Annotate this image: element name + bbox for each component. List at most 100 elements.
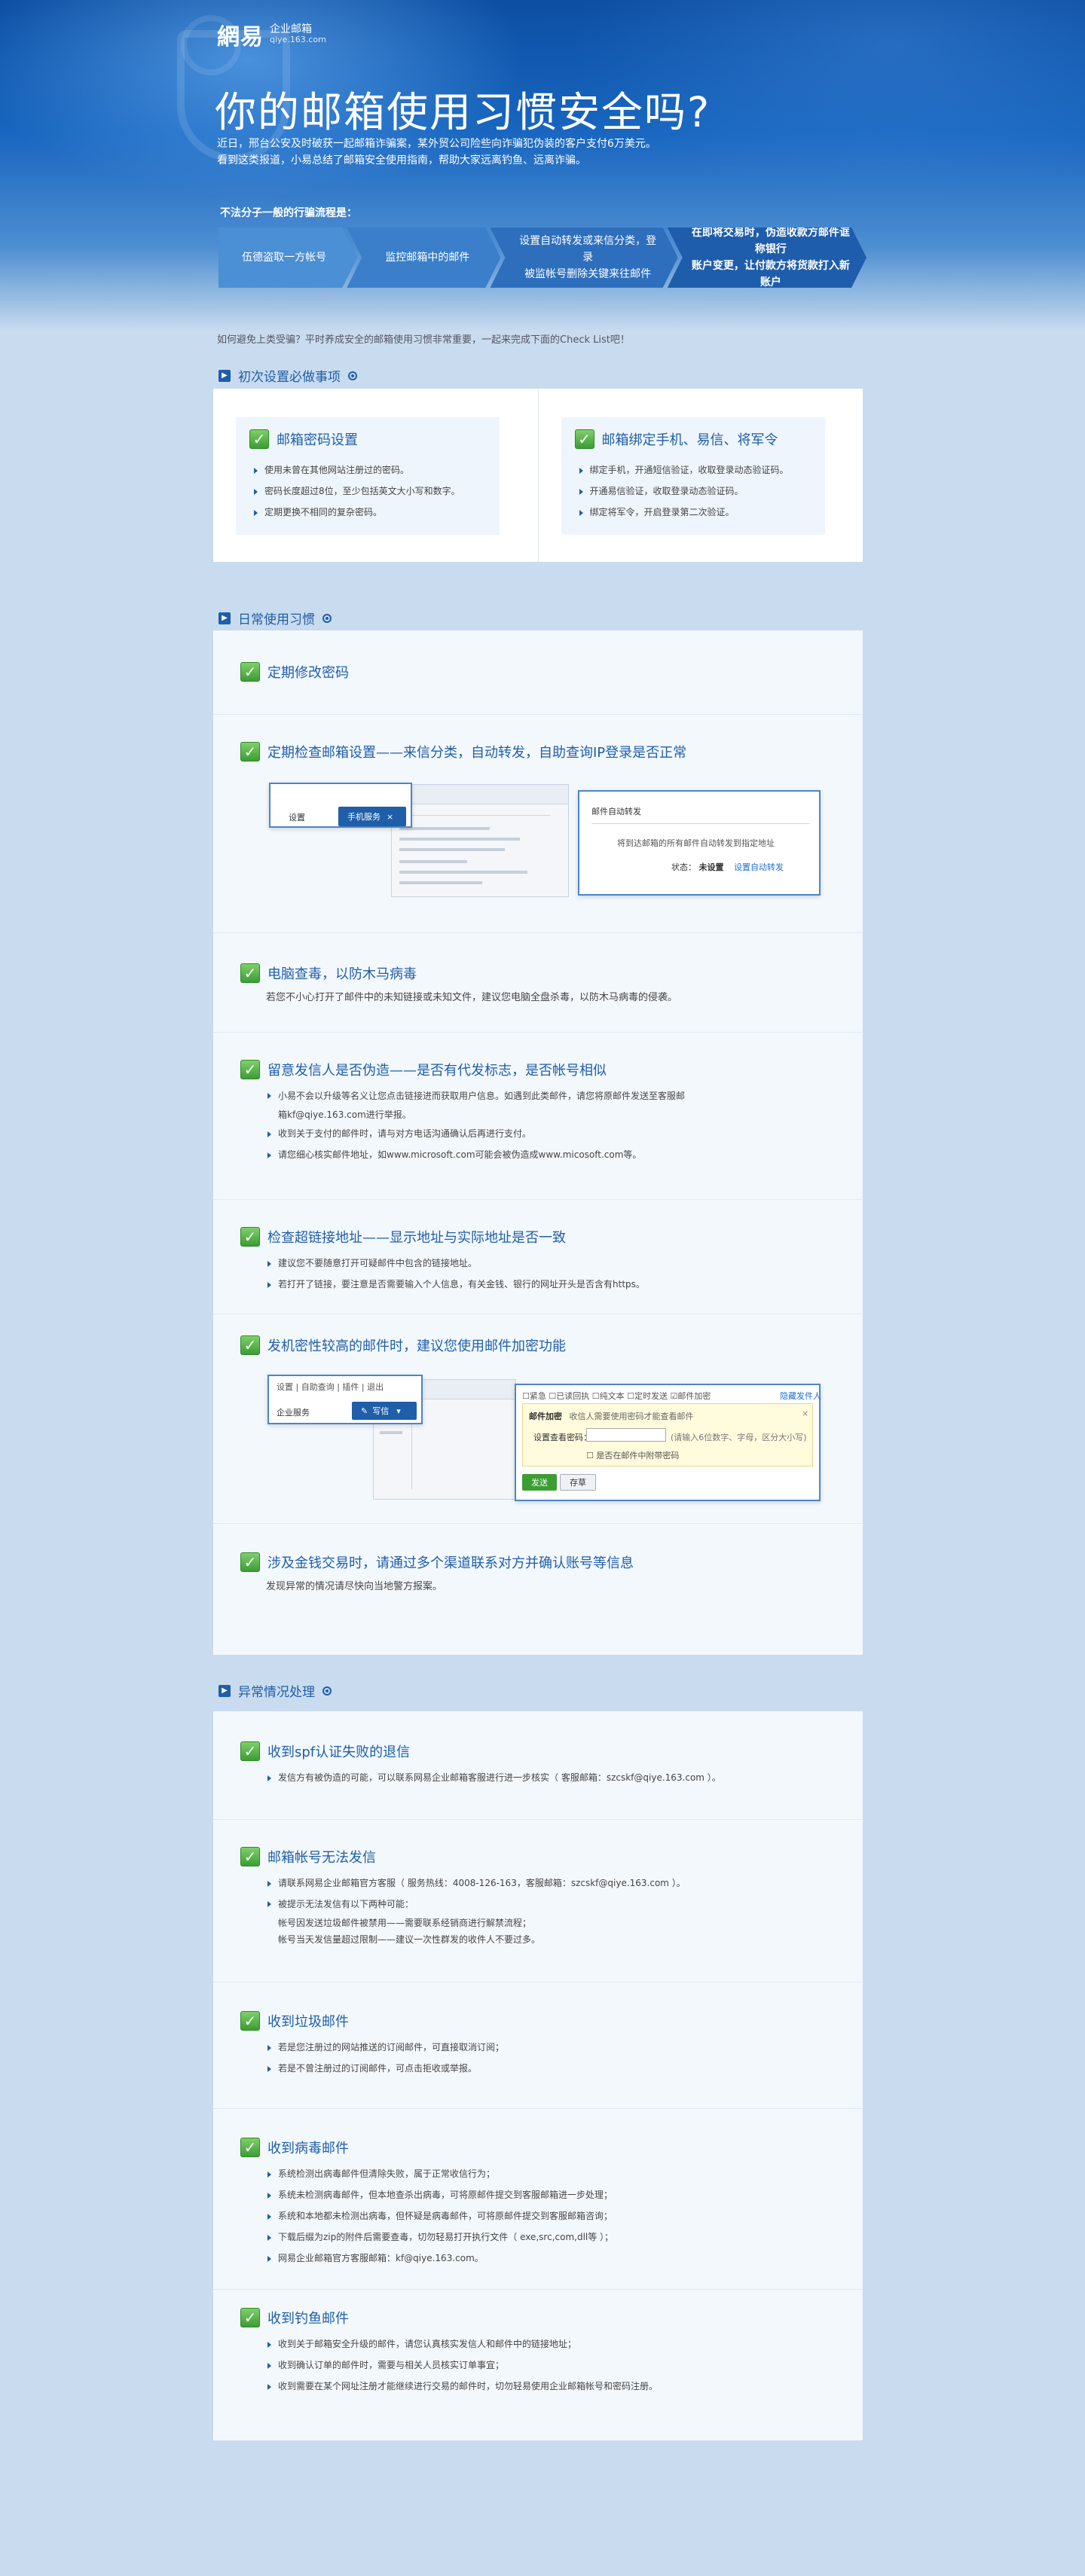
logo-domain: qiye.163.com [270,35,326,44]
menu-exit[interactable]: 退出 [367,1382,384,1392]
encrypt-desc: 收信人需要使用密码才能查看邮件 [569,1412,694,1421]
fraud-step: 监控邮箱中的邮件 [347,227,500,288]
daily-row: ✓ 电脑查毒，以防木马病毒 若您不小心打开了邮件中的未知链接或未知文件，建议您电… [213,933,863,1033]
list-item: 系统和本地都未检测出病毒，但怀疑是病毒邮件，可将原邮件提交到客服邮箱咨询； [267,2205,821,2227]
setup-password-box: ✓ 邮箱密码设置 使用未曾在其他网站注册过的密码。 密码长度超过8位，至少包括英… [236,417,500,535]
checkmark-icon: ✓ [240,963,260,983]
screenshot-line [399,815,550,816]
title-text: 发机密性较高的邮件时，建议您使用邮件加密功能 [267,1338,566,1354]
list-item: 使用未曾在其他网站注册过的密码。 [254,459,486,481]
list-item: 帐号因发送垃圾邮件被禁用——需要联系经销商进行解禁流程； [278,1918,532,1928]
list-item: 小易不会以升级等名义让您点击链接进而获取用户信息。如遇到此类邮件，请您将原邮件发… [267,1085,821,1106]
title-text: 收到spf认证失败的退信 [267,1744,411,1760]
menu-row: 设置 | 自助查询 | 插件 | 退出 [277,1382,384,1392]
save-draft-button[interactable]: 存草 [560,1474,596,1491]
netease-logo[interactable]: 網易 企业邮箱 qiye.163.com [217,18,326,51]
status-label: 状态： [671,862,696,872]
daily-row-title: ✓ 涉及金钱交易时，请通过多个渠道联系对方并确认账号等信息 [240,1552,634,1572]
tab-settings[interactable]: 设置 [289,811,305,823]
list-item: 下载后缀为zip的附件后需要查毒，切勿轻易打开执行文件（ exe,src,com… [267,2227,821,2248]
abnormal-row: ✓ 收到病毒邮件 系统检测出病毒邮件但清除失败，属于正常收信行为； 系统未检测病… [213,2109,863,2290]
title-text: 邮箱密码设置 [277,432,358,448]
flag-icon: ▶ [219,369,231,382]
daily-panel: ✓ 定期修改密码 ✓ 定期检查邮箱设置——来信分类，自动转发，自助查询IP登录是… [213,630,863,1655]
list-item: 收到确认订单的邮件时，需要与相关人员核实订单事宜； [267,2355,821,2376]
checkmark-icon: ✓ [240,1552,260,1572]
hero-desc-line: 近日，邢台公安及时破获一起邮箱诈骗案，某外贸公司险些向诈骗犯伪装的客户支付6万美… [217,138,656,150]
abnormal-panel: ✓ 收到spf认证失败的退信 发信方有被伪造的可能，可以联系网易企业邮箱客服进行… [213,1711,863,2440]
encrypt-password-input[interactable] [586,1428,666,1442]
abnormal-row-title: ✓ 收到spf认证失败的退信 [240,1741,410,1761]
list-item: 发信方有被伪造的可能，可以联系网易企业邮箱客服进行进一步核实（ 客服邮箱：szc… [267,1767,821,1788]
fraud-step: 在即将交易时，伪造收款方邮件诓称银行 账户变更，让付款方将货款打入新账户 [668,227,866,288]
abnormal-row-title: ✓ 收到钓鱼邮件 [240,2308,349,2327]
close-icon[interactable]: × [802,1409,808,1418]
option-label: 纯文本 [599,1391,625,1401]
menu-plugin[interactable]: 插件 [342,1382,359,1392]
abnormal-row: ✓ 收到垃圾邮件 若是您注册过的网站推送的订阅邮件，可直接取消订阅； 若是不曾注… [213,1982,863,2109]
daily-row: ✓ 定期检查邮箱设置——来信分类，自动转发，自助查询IP登录是否正常 设置 手机… [213,715,863,933]
checkmark-icon: ✓ [240,2308,260,2327]
fraud-step-text: 设置自动转发或来信分类，登录 [519,235,657,264]
daily-row: ✓ 发机密性较高的邮件时，建议您使用邮件加密功能 设置 | 自助查询 | 插件 … [213,1314,863,1524]
checkmark-icon: ✓ [240,662,260,682]
setup-forward-link[interactable]: 设置自动转发 [734,862,784,872]
fraud-steps-label: 不法分子一般的行骗流程是： [220,207,357,219]
daily-row-list: 建议您不要随意打开可疑邮件中包含的链接地址。 若打开了链接，要注意是否需要输入个… [263,1253,821,1295]
checkmark-icon: ✓ [240,1227,260,1247]
list-item: 系统未检测病毒邮件，但本地查杀出病毒，可将原邮件提交到客服邮箱进一步处理； [267,2184,821,2205]
checkmark-icon: ✓ [240,1060,260,1079]
logo-mark: 網易 [217,24,264,50]
fraud-step: 伍德盗取一方帐号 [219,227,357,288]
abnormal-row-title: ✓ 邮箱帐号无法发信 [240,1847,376,1866]
checkmark-icon: ✓ [240,2138,260,2157]
abnormal-row-title: ✓ 收到病毒邮件 [240,2138,349,2157]
fraud-step-text: 在即将交易时，伪造收款方邮件诓称银行 [691,227,850,255]
page-title: 你的邮箱使用习惯安全吗? [215,88,711,136]
fraud-steps: 伍德盗取一方帐号 监控邮箱中的邮件 设置自动转发或来信分类，登录 被监帐号删除关… [219,227,866,288]
checkmark-icon: ✓ [240,742,260,762]
encrypt-popup: ☐紧急 ☐已读回执 ☐纯文本 ☐定时发送 ☑邮件加密 隐藏发件人 邮件加密 收信… [515,1384,821,1501]
list-item: 被提示无法发信有以下两种可能： [267,1894,821,1915]
checkbox-icon[interactable]: ☐ [522,1391,530,1401]
checkbox-icon[interactable]: ☐ [627,1391,634,1401]
daily-row-title: ✓ 留意发信人是否伪造——是否有代发标志，是否帐号相似 [240,1060,607,1079]
section-title-text: 异常情况处理 [238,1685,315,1700]
section-title-daily: ▶ 日常使用习惯 [219,609,332,627]
tab-phone-service[interactable]: 手机服务 × [338,807,406,826]
checkbox-icon[interactable]: ☐ [592,1391,600,1401]
list-item: 收到需要在某个网址注册才能继续进行交易的邮件时，切勿轻易使用企业邮箱帐号和密码注… [267,2376,821,2397]
abnormal-row: ✓ 邮箱帐号无法发信 请联系网易企业邮箱官方客服（ 服务热线：4008-126-… [213,1820,863,1982]
menu-settings[interactable]: 设置 [277,1382,293,1392]
daily-row: ✓ 涉及金钱交易时，请通过多个渠道联系对方并确认账号等信息 发现异常的情况请尽快… [213,1524,863,1655]
list-item: 网易企业邮箱官方客服邮箱：kf@qiye.163.com。 [267,2248,821,2269]
checkmark-icon: ✓ [240,1847,260,1866]
setup-bind-title: ✓ 邮箱绑定手机、易信、将军令 [574,429,811,449]
daily-row: ✓ 定期修改密码 [213,630,863,715]
checkbox-checked-icon[interactable]: ☑ [671,1391,678,1401]
send-button[interactable]: 发送 [522,1474,557,1491]
list-item: 定期更换不相同的复杂密码。 [254,502,486,523]
menu-self-service[interactable]: 自助查询 [301,1382,335,1392]
section-title-setup: ▶ 初次设置必做事项 [219,366,357,385]
checkbox-icon[interactable]: ☐ [586,1451,594,1460]
option-label: 定时发送 [634,1391,668,1401]
remember-row: ☐ 是否在邮件中附带密码 [586,1449,679,1461]
compose-options: ☐紧急 ☐已读回执 ☐纯文本 ☐定时发送 ☑邮件加密 [522,1390,711,1402]
checkmark-icon: ✓ [574,429,594,449]
title-text: 定期修改密码 [267,665,349,681]
checkbox-icon[interactable]: ☐ [549,1391,556,1401]
daily-row-title: ✓ 定期检查邮箱设置——来信分类，自动转发，自助查询IP登录是否正常 [240,742,686,762]
write-mail-button[interactable]: ✎ 写信 ▾ [352,1402,417,1420]
write-label: 写信 [372,1406,390,1416]
settings-tab-zoom: 设置 手机服务 × [269,783,412,828]
hero-banner: 網易 企业邮箱 qiye.163.com 你的邮箱使用习惯安全吗? 近日，邢台公… [0,0,1085,331]
enterprise-service[interactable]: 企业服务 [277,1406,310,1418]
abnormal-row-title: ✓ 收到垃圾邮件 [240,2011,349,2031]
hide-sender-link[interactable]: 隐藏发件人 [780,1390,821,1402]
option-label: 邮件加密 [677,1391,711,1401]
setup-password-column: ✓ 邮箱密码设置 使用未曾在其他网站注册过的密码。 密码长度超过8位，至少包括英… [213,389,538,562]
chevron-down-icon: ▾ [396,1406,401,1416]
circle-dot-icon [322,613,332,623]
setup-password-title: ✓ 邮箱密码设置 [249,429,486,449]
